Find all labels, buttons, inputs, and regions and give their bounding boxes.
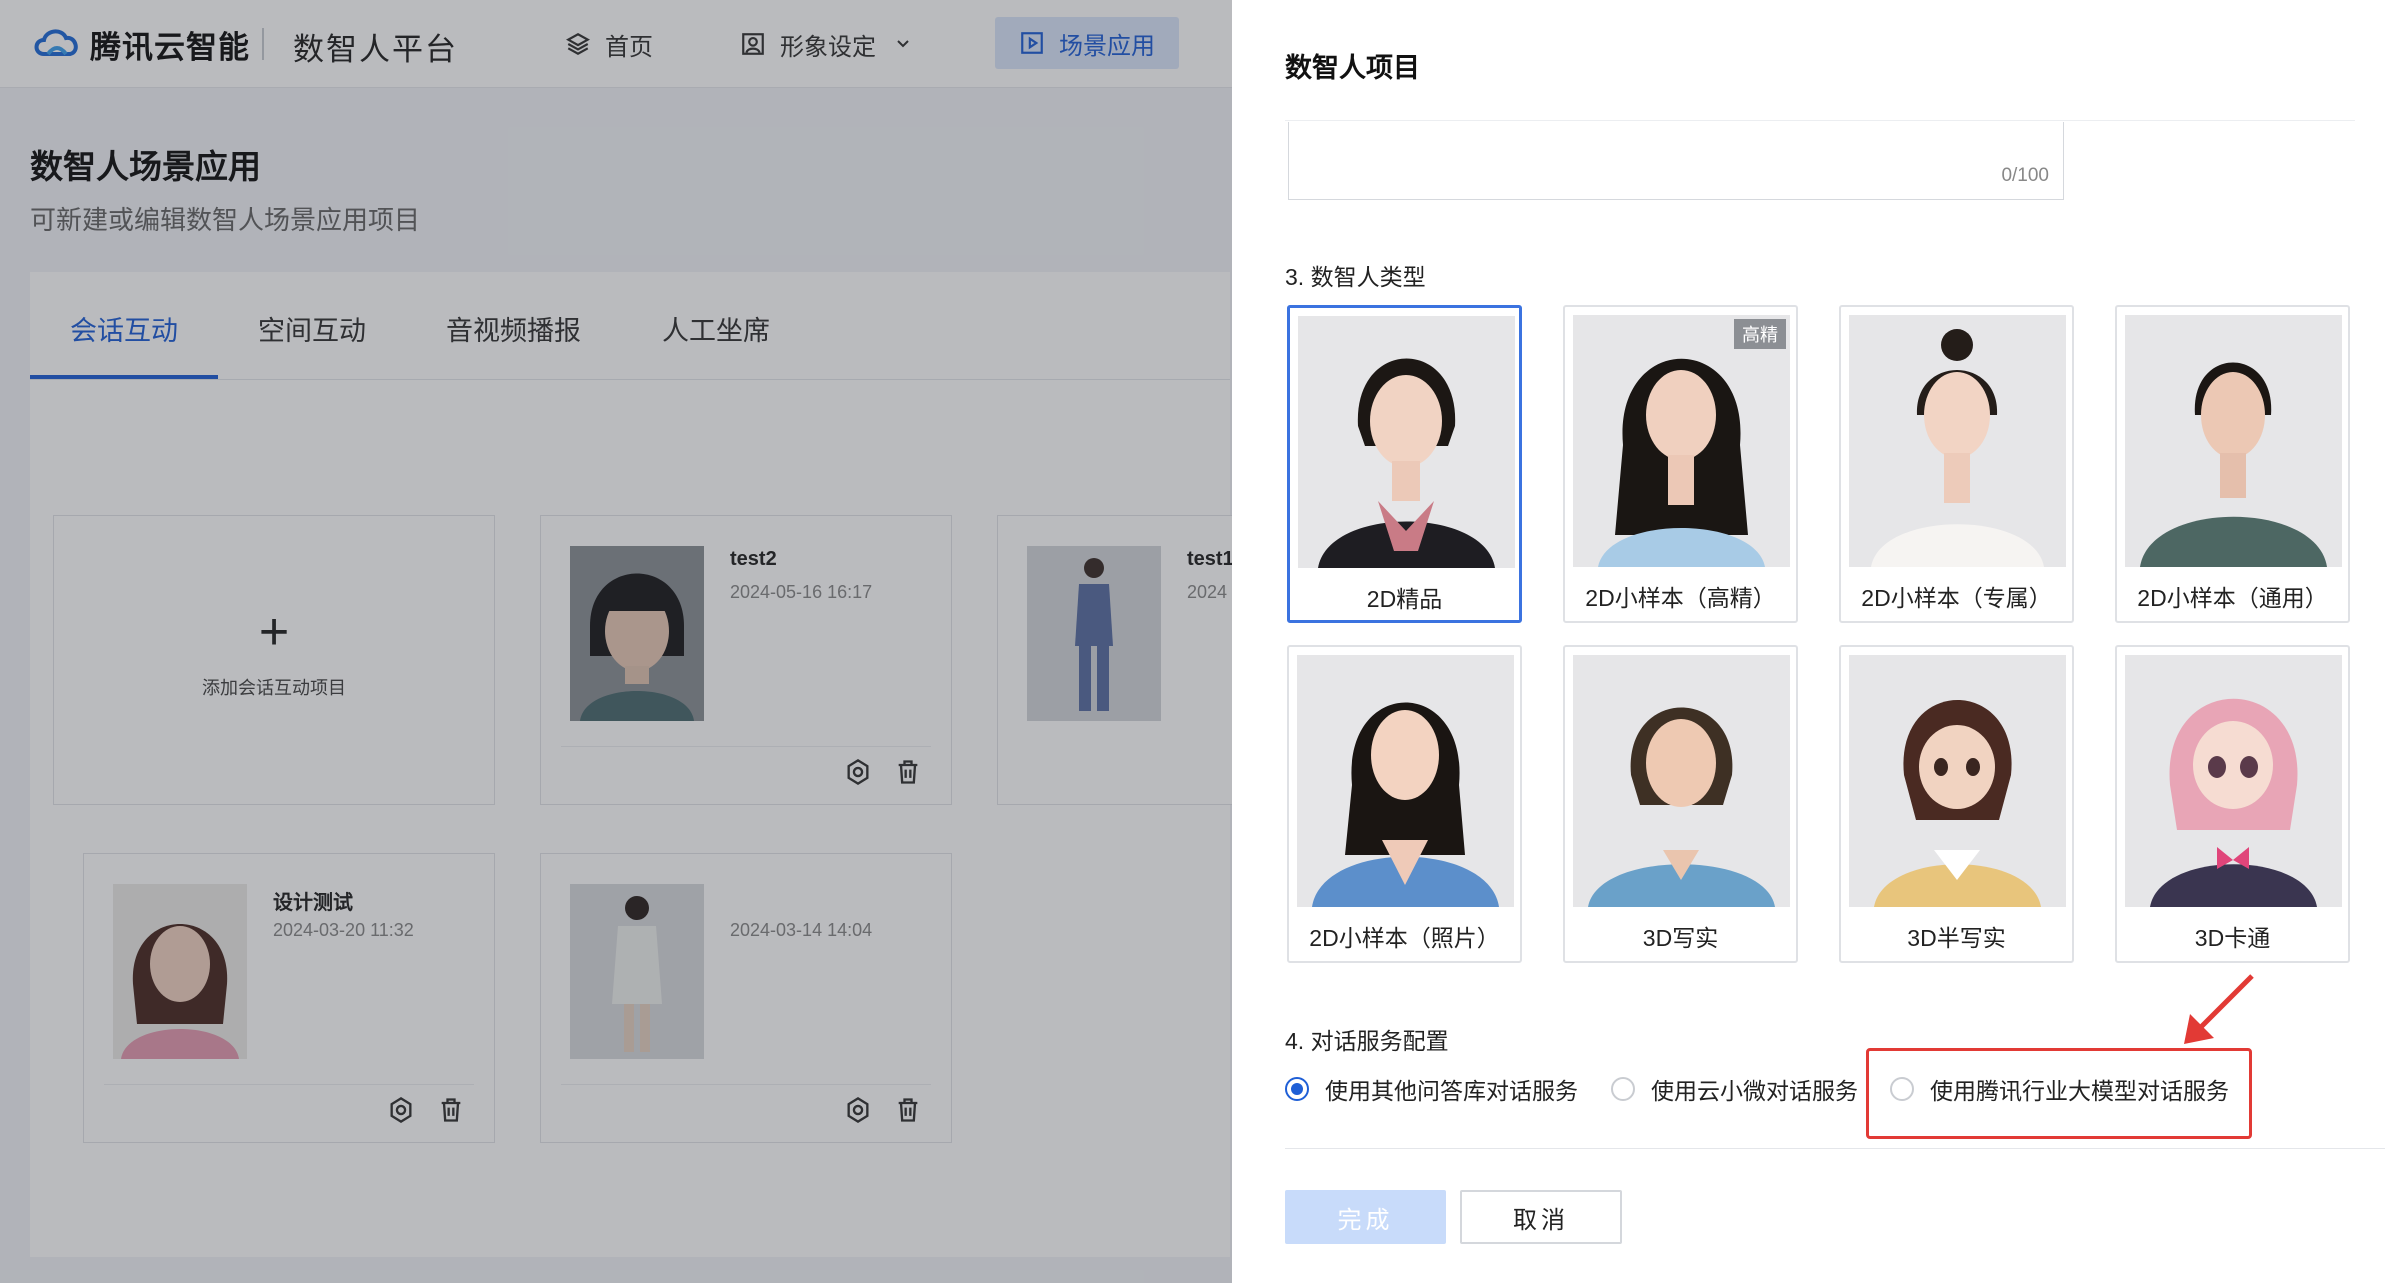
avatar-type-label: 3D卡通 (2194, 925, 2271, 951)
avatar-type-label: 2D精品 (1366, 586, 1443, 612)
avatar-type-card[interactable]: 3D半写实 (1839, 645, 2074, 963)
avatar-type-label: 3D半写实 (1907, 925, 2006, 951)
avatar-type-label: 2D小样本（通用） (2137, 585, 2328, 611)
avatar-type-card[interactable]: 高精 2D小样本（高精） (1563, 305, 1798, 623)
avatar-preview (2125, 315, 2342, 567)
avatar-type-card[interactable]: 2D小样本（照片） (1287, 645, 1522, 963)
avatar-type-label: 2D小样本（照片） (1309, 925, 1500, 951)
radio-other-qa-service[interactable]: 使用其他问答库对话服务 (1285, 1072, 1578, 1106)
avatar-type-card[interactable]: 2D精品 (1287, 305, 1522, 623)
description-textarea[interactable]: 0/100 (1288, 122, 2064, 200)
avatar-preview (1573, 315, 1790, 567)
radio-label: 使用其他问答库对话服务 (1325, 1078, 1578, 1104)
avatar-type-card[interactable]: 2D小样本（通用） (2115, 305, 2350, 623)
section-avatar-type-label: 3. 数智人类型 (1285, 264, 1426, 290)
avatar-type-label: 3D写实 (1642, 925, 1719, 951)
avatar-preview (1573, 655, 1790, 907)
drawer-header-divider (1285, 120, 2355, 121)
radio-indicator (1611, 1077, 1635, 1101)
avatar-preview (1297, 655, 1514, 907)
cancel-button[interactable]: 取消 (1460, 1190, 1622, 1244)
avatar-preview (1849, 655, 2066, 907)
confirm-button[interactable]: 完成 (1285, 1190, 1446, 1244)
drawer-title: 数智人项目 (1285, 53, 1420, 83)
avatar-type-card[interactable]: 2D小样本（专属） (1839, 305, 2074, 623)
avatar-type-label: 2D小样本（高精） (1585, 585, 1776, 611)
modal-overlay-mask[interactable] (0, 0, 1232, 1283)
drawer-footer-divider (1285, 1148, 2385, 1149)
avatar-preview (1849, 315, 2066, 567)
avatar-preview (1298, 316, 1515, 568)
radio-label: 使用云小微对话服务 (1651, 1078, 1858, 1104)
annotation-arrow-icon (2184, 974, 2254, 1044)
hd-badge: 高精 (1734, 319, 1786, 349)
avatar-type-label: 2D小样本（专属） (1861, 585, 2052, 611)
annotation-highlight-box (1866, 1048, 2252, 1139)
radio-xiaowei-service[interactable]: 使用云小微对话服务 (1611, 1072, 1858, 1106)
section-dialogue-config-label: 4. 对话服务配置 (1285, 1028, 1449, 1054)
avatar-type-card[interactable]: 3D写实 (1563, 645, 1798, 963)
avatar-type-card[interactable]: 3D卡通 (2115, 645, 2350, 963)
radio-indicator (1285, 1077, 1309, 1101)
avatar-preview (2125, 655, 2342, 907)
char-counter: 0/100 (2001, 165, 2049, 186)
